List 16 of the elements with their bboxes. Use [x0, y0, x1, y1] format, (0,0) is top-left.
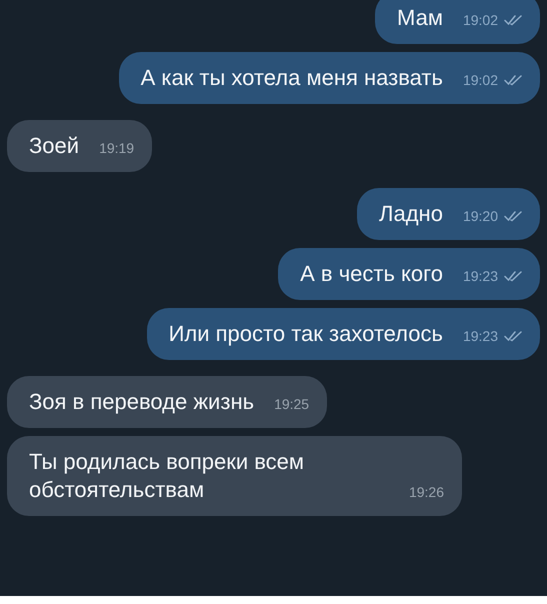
message-time: 19:20 [462, 207, 498, 226]
message-time: 19:02 [462, 71, 498, 90]
message-time: 19:19 [99, 139, 134, 158]
message-text: Зоей [29, 133, 80, 158]
message-text: Мам [397, 5, 443, 30]
message-text: А в честь кого [300, 261, 443, 286]
message-time: 19:25 [274, 395, 310, 414]
message-time: 19:23 [462, 327, 498, 346]
message-time: 19:23 [462, 267, 498, 286]
message-text: Ты родилась вопреки всем обстоятельствам [29, 449, 304, 502]
message-text: Или просто так захотелось [168, 321, 443, 346]
message-time: 19:02 [462, 11, 498, 30]
message-text: А как ты хотела меня назвать [140, 65, 443, 90]
message-text: Ладно [379, 201, 443, 226]
message-time: 19:26 [408, 483, 444, 502]
message-text: Зоя в переводе жизнь [29, 389, 254, 414]
